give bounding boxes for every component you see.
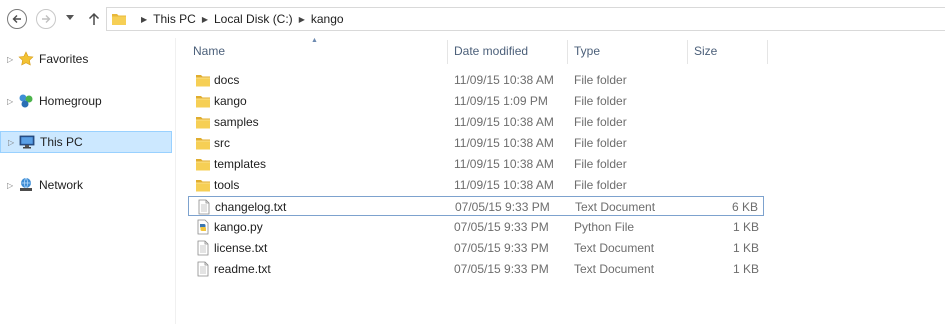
file-row[interactable]: kango 11/09/15 1:09 PM File folder [188, 91, 764, 111]
nav-label: Homegroup [39, 94, 102, 108]
network-icon [20, 177, 32, 191]
text-file-icon [195, 240, 211, 256]
column-header-label: Date modified [454, 44, 529, 58]
file-type: Text Document [574, 241, 655, 255]
recent-locations-button[interactable] [64, 12, 76, 24]
column-header-size[interactable]: Size [688, 38, 767, 64]
navigation-pane: ▷ Favorites ▷ Homegroup ▷ This PC ▷ Netw… [0, 38, 176, 324]
file-row[interactable]: kango.py 07/05/15 9:33 PM Python File 1 KB [188, 217, 764, 237]
breadcrumb-this-pc[interactable]: This PC [153, 12, 196, 26]
breadcrumb-kango[interactable]: kango [311, 12, 344, 26]
file-name: kango [214, 94, 247, 108]
file-name: templates [214, 157, 267, 171]
file-size: 1 KB [732, 262, 759, 276]
file-type: Text Document [574, 262, 655, 276]
file-size: 6 KB [731, 200, 758, 214]
nav-label: Network [39, 178, 84, 192]
file-name: tools [214, 178, 240, 192]
file-date-modified: 11/09/15 10:38 AM [454, 136, 554, 150]
folder-icon [195, 177, 211, 193]
file-type: File folder [574, 178, 627, 192]
file-date-modified: 11/09/15 10:38 AM [454, 73, 554, 87]
file-size: 1 KB [732, 220, 759, 234]
file-date-modified: 11/09/15 10:38 AM [454, 115, 554, 129]
folder-icon [195, 135, 211, 151]
folder-icon [112, 14, 126, 25]
homegroup-icon [19, 94, 33, 108]
file-row[interactable]: readme.txt 07/05/15 9:33 PM Text Document 1… [188, 259, 764, 279]
back-button[interactable] [7, 9, 27, 29]
folder-icon [195, 114, 211, 130]
folder-icon [195, 93, 211, 109]
star-icon [18, 51, 34, 66]
file-name: kango.py [214, 220, 263, 234]
chevron-right-icon: ▶ [141, 14, 148, 24]
nav-label: This PC [40, 135, 83, 149]
column-divider[interactable] [767, 40, 768, 64]
file-date-modified: 11/09/15 10:38 AM [454, 157, 554, 171]
nav-item-network[interactable]: ▷ Network [0, 174, 172, 196]
nav-item-this-pc[interactable]: ▷ This PC [0, 131, 172, 153]
chevron-right-icon[interactable]: ▶ [202, 15, 208, 24]
navigation-toolbar: ▶ This PC ▶ Local Disk (C:) ▶ kango [0, 0, 945, 38]
file-row[interactable]: docs 11/09/15 10:38 AM File folder [188, 70, 764, 90]
expand-icon[interactable]: ▷ [7, 97, 15, 106]
chevron-down-icon [66, 15, 74, 20]
arrow-right-icon [42, 15, 51, 23]
column-header-name[interactable]: Name [175, 38, 447, 64]
file-type: File folder [574, 73, 627, 87]
nav-item-homegroup[interactable]: ▷ Homegroup [0, 90, 172, 112]
file-name: readme.txt [214, 262, 271, 276]
breadcrumb-local-disk[interactable]: Local Disk (C:) [214, 12, 293, 26]
python-file-icon [195, 219, 211, 235]
expand-icon[interactable]: ▷ [8, 138, 16, 147]
file-row[interactable]: changelog.txt 07/05/15 9:33 PM Text Docume… [188, 196, 764, 216]
column-header-label: Size [694, 44, 718, 58]
file-row[interactable]: tools 11/09/15 10:38 AM File folder [188, 175, 764, 195]
file-date-modified: 07/05/15 9:33 PM [455, 200, 550, 214]
file-name: src [214, 136, 230, 150]
file-name: samples [214, 115, 259, 129]
file-type: File folder [574, 157, 627, 171]
chevron-right-icon[interactable]: ▶ [299, 15, 305, 24]
file-row[interactable]: templates 11/09/15 10:38 AM File folder [188, 154, 764, 174]
file-type: Python File [574, 220, 635, 234]
file-name: docs [214, 73, 240, 87]
text-file-icon [195, 261, 211, 277]
file-date-modified: 07/05/15 9:33 PM [454, 241, 549, 255]
file-row[interactable]: src 11/09/15 10:38 AM File folder [188, 133, 764, 153]
arrow-up-icon [88, 12, 100, 25]
file-row[interactable]: samples 11/09/15 10:38 AM File folder [188, 112, 764, 132]
up-button[interactable] [86, 9, 102, 29]
file-name: license.txt [214, 241, 268, 255]
file-date-modified: 11/09/15 10:38 AM [454, 178, 554, 192]
folder-icon [195, 72, 211, 88]
expand-icon[interactable]: ▷ [7, 55, 15, 64]
nav-item-favorites[interactable]: ▷ Favorites [0, 48, 172, 70]
file-type: File folder [574, 136, 627, 150]
forward-button[interactable] [36, 9, 56, 29]
address-bar[interactable]: ▶ This PC ▶ Local Disk (C:) ▶ kango [106, 7, 945, 31]
file-list: ▲ Name Date modified Type Size docs 11/09… [175, 37, 945, 324]
file-type: File folder [574, 115, 627, 129]
computer-icon [19, 135, 35, 149]
folder-icon [195, 156, 211, 172]
column-header-type[interactable]: Type [568, 38, 687, 64]
file-date-modified: 07/05/15 9:33 PM [454, 262, 549, 276]
column-header-label: Name [193, 44, 226, 58]
expand-icon[interactable]: ▷ [7, 181, 15, 190]
text-file-icon [196, 199, 212, 215]
file-name: changelog.txt [215, 200, 287, 214]
arrow-left-icon [12, 15, 21, 23]
file-row[interactable]: license.txt 07/05/15 9:33 PM Text Document… [188, 238, 764, 258]
column-header-label: Type [574, 44, 601, 58]
nav-label: Favorites [39, 52, 89, 66]
file-date-modified: 07/05/15 9:33 PM [454, 220, 549, 234]
file-type: File folder [574, 94, 627, 108]
file-size: 1 KB [732, 241, 759, 255]
file-type: Text Document [575, 200, 656, 214]
column-header-date-modified[interactable]: Date modified [448, 38, 567, 64]
file-date-modified: 11/09/15 1:09 PM [454, 94, 548, 108]
